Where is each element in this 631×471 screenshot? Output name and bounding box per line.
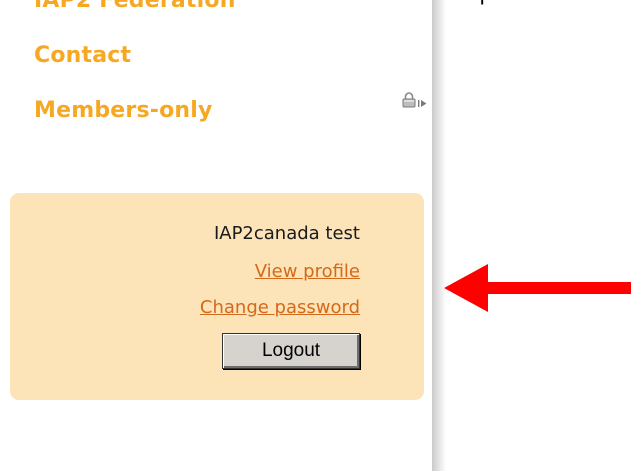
- red-arrow-left-icon: [444, 264, 631, 312]
- nav-item-iap2-federation[interactable]: IAP2 Federation: [34, 0, 236, 13]
- logout-button[interactable]: Logout: [222, 333, 360, 369]
- view-profile-link[interactable]: View profile: [255, 261, 360, 282]
- lock-icon: [402, 92, 416, 108]
- nav-item-contact[interactable]: Contact: [34, 43, 131, 68]
- sidebar-shadow: [432, 0, 446, 471]
- play-icon: [418, 100, 427, 107]
- login-box: IAP2canada test View profile Change pass…: [10, 193, 424, 400]
- change-password-link[interactable]: Change password: [200, 297, 360, 318]
- sidebar: IAP2 Federation Contact Members-only IAP…: [0, 0, 432, 471]
- nav-item-members-only[interactable]: Members-only: [34, 98, 213, 123]
- user-name: IAP2canada test: [213, 223, 360, 244]
